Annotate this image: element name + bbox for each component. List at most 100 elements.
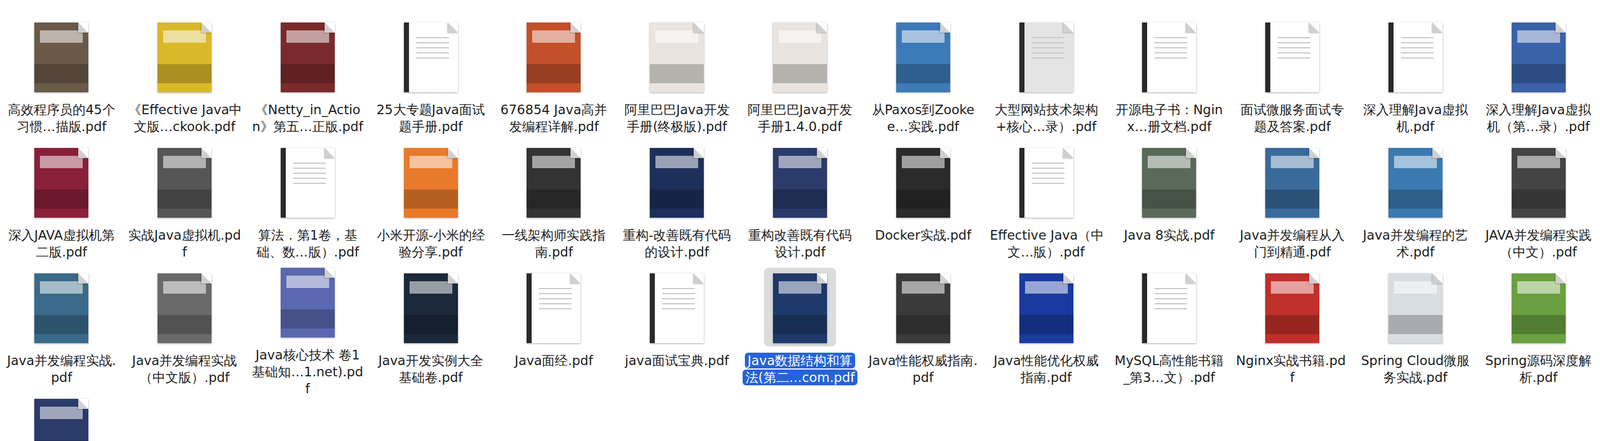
file-name[interactable]: 阿里巴巴Java开发手册1.4.0.pdf — [740, 101, 860, 136]
file-item[interactable]: 实战Java虚拟机.pdf — [123, 142, 247, 268]
file-item[interactable]: 小米开源-小米的经验分享.pdf — [369, 142, 493, 268]
file-name[interactable]: 从Paxos到Zookee…实践.pdf — [864, 101, 983, 136]
file-item[interactable]: Java并发编程从入门到精通.pdf — [1230, 142, 1355, 268]
file-item[interactable]: Docker实战.pdf — [861, 142, 985, 268]
page-fold-icon — [570, 22, 581, 33]
file-name-text: 深入理解Java虚拟机（第…录）.pdf — [1482, 101, 1594, 135]
page-lines — [1154, 37, 1188, 60]
file-name[interactable]: 《Effective Java中文版…ckook.pdf — [125, 101, 244, 136]
file-name[interactable]: Java并发编程从入门到精通.pdf — [1233, 226, 1352, 261]
file-item[interactable]: Java 8实战.pdf — [1107, 142, 1231, 268]
cover-band — [896, 64, 951, 84]
file-item[interactable]: 一线架构师实践指南.pdf — [492, 142, 616, 268]
file-name[interactable]: 一线架构师实践指南.pdf — [494, 226, 613, 261]
file-name[interactable]: Java并发编程的艺术.pdf — [1356, 226, 1475, 261]
file-name[interactable]: Java性能优化权威指南.pdf — [987, 352, 1106, 386]
file-item[interactable]: Java并发编程的艺术.pdf — [1353, 142, 1477, 268]
file-item[interactable]: Nginx实战书籍.pdf — [1230, 267, 1355, 394]
file-name[interactable]: 小米开源-小米的经验分享.pdf — [371, 226, 491, 261]
file-name-text: 《Effective Java中文版…ckook.pdf — [125, 101, 245, 135]
file-item[interactable]: Java开发实例大全 基础卷.pdf — [369, 267, 493, 394]
file-name[interactable]: Java性能权威指南.pdf — [864, 352, 983, 386]
pdf-thumbnail-icon — [1142, 22, 1197, 93]
file-name[interactable]: Java面经.pdf — [494, 352, 613, 386]
file-item[interactable]: MySQL高性能书籍_第3…文）.pdf — [1107, 267, 1231, 394]
file-item[interactable]: Spring Cloud微服务实战.pdf — [1353, 267, 1477, 394]
file-item[interactable]: 重构改善既有代码设计.pdf — [738, 142, 862, 268]
page-fold-icon — [693, 22, 704, 33]
cover-band — [34, 64, 89, 84]
file-name[interactable]: 开源电子书：Nginx…册文档.pdf — [1109, 101, 1229, 136]
file-name[interactable]: MySQL高性能书籍_第3…文）.pdf — [1109, 352, 1229, 386]
file-item[interactable]: Java数据结构和算法(第二…com.pdf — [738, 267, 862, 394]
file-name[interactable]: Java核心技术 卷1基础知…1.net).pdf — [248, 346, 367, 388]
file-name-text: 开源电子书：Nginx…册文档.pdf — [1112, 101, 1226, 135]
file-name[interactable]: 深入理解Java虚拟机（第…录）.pdf — [1479, 101, 1598, 136]
file-name[interactable]: JAVA并发编程实践（中文）.pdf — [1479, 226, 1598, 261]
file-name[interactable]: Effective Java（中文…版）.pdf — [987, 226, 1106, 261]
file-name[interactable]: 重构改善既有代码设计.pdf — [740, 226, 860, 261]
file-name[interactable]: 大型网站技术架构+核心…录）.pdf — [987, 101, 1106, 136]
file-name[interactable]: Java 8实战.pdf — [1109, 226, 1229, 261]
cover-band — [1517, 281, 1561, 294]
file-name[interactable]: 高效程序员的45个习惯…描版.pdf — [2, 101, 121, 136]
file-name[interactable]: 实战Java虚拟机.pdf — [125, 226, 244, 261]
file-item[interactable] — [0, 393, 124, 441]
file-name[interactable]: Spring Cloud微服务实战.pdf — [1356, 352, 1475, 386]
file-item[interactable]: JAVA并发编程实践（中文）.pdf — [1476, 142, 1600, 268]
file-item[interactable]: 阿里巴巴Java开发手册1.4.0.pdf — [738, 16, 862, 143]
file-item[interactable]: Spring源码深度解析.pdf — [1476, 267, 1600, 394]
file-name[interactable]: Nginx实战书籍.pdf — [1233, 352, 1352, 386]
cover-band — [1388, 189, 1443, 209]
page-spine — [1019, 147, 1025, 218]
file-name[interactable]: Java数据结构和算法(第二…com.pdf — [740, 352, 860, 386]
file-name[interactable]: 《Netty_in_Action》第五…正版.pdf — [248, 101, 367, 136]
file-item[interactable]: 《Netty_in_Action》第五…正版.pdf — [246, 16, 370, 143]
file-item[interactable]: 算法．第1卷，基础、数…版）.pdf — [246, 142, 370, 268]
file-name[interactable]: 阿里巴巴Java开发手册(终极版).pdf — [617, 101, 736, 136]
cover-band — [286, 275, 330, 289]
file-item[interactable]: java面试宝典.pdf — [615, 267, 739, 394]
file-name[interactable]: Java并发编程实战.pdf — [2, 352, 121, 386]
file-item[interactable]: 676854 Java高并发编程详解.pdf — [492, 16, 616, 143]
file-name[interactable]: 深入JAVA虚拟机第二版.pdf — [2, 226, 121, 261]
cover-band — [778, 281, 822, 294]
file-item[interactable]: 开源电子书：Nginx…册文档.pdf — [1107, 16, 1231, 143]
page-lines — [1031, 162, 1065, 186]
file-item[interactable]: 深入理解Java虚拟机（第…录）.pdf — [1476, 16, 1600, 143]
page-lines — [662, 288, 695, 311]
file-item[interactable]: 面试微服务面试专题及答案.pdf — [1230, 16, 1355, 143]
file-item[interactable]: 从Paxos到Zookee…实践.pdf — [861, 16, 985, 143]
file-name[interactable]: Java并发编程实战（中文版）.pdf — [125, 352, 244, 386]
file-item[interactable]: Java核心技术 卷1基础知…1.net).pdf — [246, 267, 370, 394]
file-item[interactable]: 重构-改善既有代码的设计.pdf — [615, 142, 739, 268]
pdf-thumbnail-icon — [526, 22, 581, 93]
file-name[interactable]: Docker实战.pdf — [864, 226, 983, 261]
file-name[interactable]: 深入理解Java虚拟机.pdf — [1356, 101, 1475, 136]
page-lines — [538, 288, 572, 311]
file-name[interactable]: 676854 Java高并发编程详解.pdf — [494, 101, 613, 136]
file-name-text: Docker实战.pdf — [872, 227, 974, 244]
file-name[interactable]: Java开发实例大全 基础卷.pdf — [371, 352, 491, 386]
file-name[interactable]: 算法．第1卷，基础、数…版）.pdf — [248, 226, 367, 261]
file-name[interactable]: 25大专题Java面试题手册.pdf — [371, 101, 491, 136]
file-name[interactable]: java面试宝典.pdf — [617, 352, 736, 386]
file-item[interactable]: 《Effective Java中文版…ckook.pdf — [123, 16, 247, 143]
file-item[interactable]: Java并发编程实战.pdf — [0, 267, 124, 394]
file-item[interactable]: 深入JAVA虚拟机第二版.pdf — [0, 142, 124, 268]
file-item[interactable]: Java性能权威指南.pdf — [861, 267, 985, 394]
file-item[interactable]: 大型网站技术架构+核心…录）.pdf — [984, 16, 1108, 143]
file-item[interactable]: Java面经.pdf — [492, 267, 616, 394]
file-name[interactable]: Spring源码深度解析.pdf — [1479, 352, 1598, 386]
cover-band — [901, 281, 945, 294]
file-item[interactable]: 深入理解Java虚拟机.pdf — [1353, 16, 1477, 143]
file-item[interactable]: Java性能优化权威指南.pdf — [984, 267, 1108, 394]
file-item[interactable]: 阿里巴巴Java开发手册(终极版).pdf — [615, 16, 739, 143]
file-item[interactable]: 高效程序员的45个习惯…描版.pdf — [0, 16, 124, 143]
file-item[interactable]: 25大专题Java面试题手册.pdf — [369, 16, 493, 143]
page-fold-icon — [816, 147, 828, 159]
file-name[interactable]: 面试微服务面试专题及答案.pdf — [1233, 101, 1352, 136]
file-item[interactable]: Java并发编程实战（中文版）.pdf — [123, 267, 247, 394]
file-item[interactable]: Effective Java（中文…版）.pdf — [984, 142, 1108, 268]
file-name[interactable]: 重构-改善既有代码的设计.pdf — [617, 226, 736, 261]
